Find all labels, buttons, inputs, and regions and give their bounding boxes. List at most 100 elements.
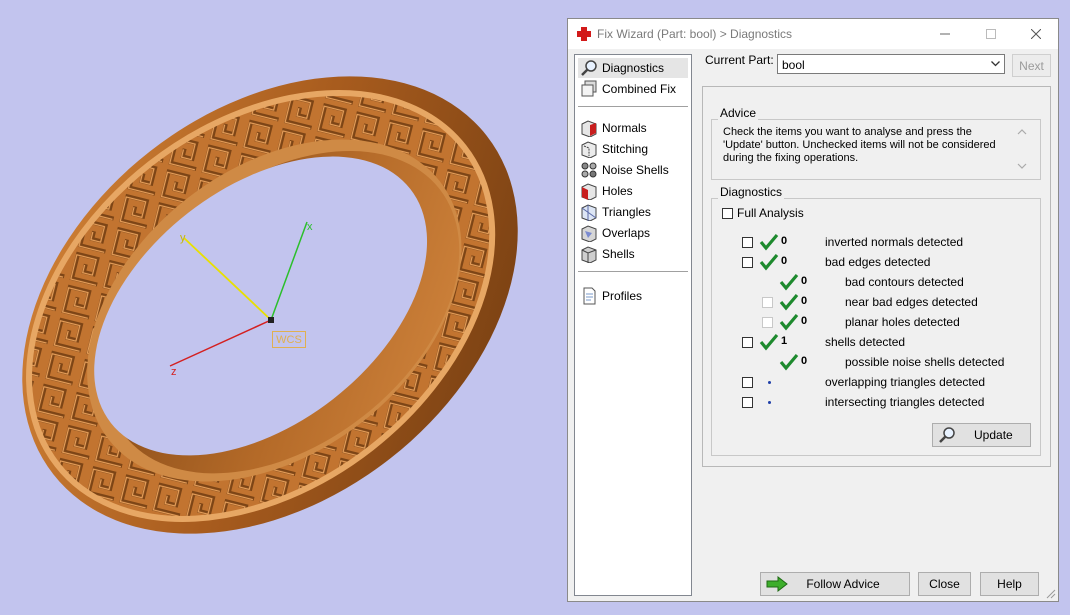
- nav-item-triangles[interactable]: Triangles: [578, 202, 688, 222]
- scroll-arrows-icon: [1017, 129, 1027, 169]
- intersecting-triangles-label: intersecting triangles detected: [825, 395, 985, 409]
- near-bad-edges-count: 0: [801, 295, 808, 307]
- triangles-icon: [581, 204, 597, 221]
- next-button[interactable]: Next: [1012, 54, 1051, 77]
- planar-holes-label: planar holes detected: [845, 315, 960, 329]
- nav-item-profiles[interactable]: Profiles: [578, 286, 688, 306]
- advice-text: Check the items you want to analyse and …: [723, 126, 996, 164]
- help-button[interactable]: Help: [980, 572, 1039, 596]
- y-axis-label: y: [180, 232, 186, 244]
- shells-checkbox[interactable]: [742, 337, 753, 348]
- current-part-value: bool: [782, 58, 805, 72]
- nav-item-label: Stitching: [602, 142, 649, 156]
- bad-edges-count: 0: [781, 255, 788, 267]
- maximize-icon: [986, 29, 996, 39]
- checkmark-icon: [779, 313, 799, 331]
- resize-grip-icon[interactable]: [1044, 587, 1056, 599]
- stitching-icon: [581, 141, 597, 158]
- nav-item-label: Normals: [602, 121, 647, 135]
- pending-dot-icon: [768, 401, 771, 404]
- magnifier-icon: [939, 427, 955, 443]
- checkmark-icon: [759, 333, 779, 351]
- green-arrow-icon: [766, 576, 788, 592]
- nav-item-label: Holes: [602, 184, 633, 198]
- advice-scrollbar[interactable]: [1014, 125, 1030, 173]
- maximize-button[interactable]: [968, 19, 1014, 49]
- nav-item-overlaps[interactable]: Overlaps: [578, 223, 688, 243]
- overlapping-triangles-label: overlapping triangles detected: [825, 375, 986, 389]
- shells-count: 1: [781, 335, 788, 347]
- follow-advice-label: Follow Advice: [806, 577, 880, 591]
- z-axis-label: z: [171, 366, 177, 378]
- advice-title: Advice: [718, 106, 759, 120]
- nav-item-normals[interactable]: Normals: [578, 118, 688, 138]
- nav-item-noise-shells[interactable]: Noise Shells: [578, 160, 688, 180]
- update-button[interactable]: Update: [932, 423, 1031, 447]
- nav-item-stitching[interactable]: Stitching: [578, 139, 688, 159]
- follow-advice-button[interactable]: Follow Advice: [760, 572, 910, 596]
- nav-item-label: Diagnostics: [602, 61, 665, 75]
- nav-item-label: Combined Fix: [602, 82, 677, 96]
- nav-item-label: Triangles: [602, 205, 651, 219]
- nav-item-label: Shells: [602, 247, 635, 261]
- magnifier-icon: [581, 60, 597, 76]
- title-bar[interactable]: Fix Wizard (Part: bool) > Diagnostics: [568, 19, 1058, 49]
- nav-item-label: Overlaps: [602, 226, 651, 240]
- current-part-label: Current Part:: [705, 53, 774, 67]
- ring-model: [22, 76, 518, 534]
- close-window-button[interactable]: [1013, 19, 1059, 49]
- window-title: Fix Wizard (Part: bool) > Diagnostics: [597, 27, 793, 41]
- planar-holes-count: 0: [801, 315, 808, 327]
- nav-item-diagnostics[interactable]: Diagnostics: [578, 58, 688, 78]
- inverted-normals-label: inverted normals detected: [825, 235, 964, 249]
- noise-shells-label: possible noise shells detected: [845, 355, 1005, 369]
- wcs-label: WCS: [272, 331, 306, 348]
- red-cross-icon: [577, 27, 591, 41]
- full-analysis-label: Full Analysis: [737, 206, 804, 220]
- inverted-normals-checkbox[interactable]: [742, 237, 753, 248]
- nav-divider: [578, 106, 688, 107]
- noise-shells-count: 0: [801, 355, 808, 367]
- planar-holes-checkbox[interactable]: [762, 317, 773, 328]
- near-bad-edges-checkbox[interactable]: [762, 297, 773, 308]
- diagnostics-title: Diagnostics: [718, 185, 785, 199]
- overlapping-triangles-checkbox[interactable]: [742, 377, 753, 388]
- checkmark-icon: [759, 233, 779, 251]
- intersecting-triangles-checkbox[interactable]: [742, 397, 753, 408]
- nav-item-holes[interactable]: Holes: [578, 181, 688, 201]
- close-button[interactable]: Close: [918, 572, 971, 596]
- checkmark-icon: [779, 273, 799, 291]
- shells-label: shells detected: [825, 335, 906, 349]
- inverted-normals-count: 0: [781, 235, 788, 247]
- pending-dot-icon: [768, 381, 771, 384]
- noise-shells-icon: [581, 162, 597, 178]
- bad-edges-label: bad edges detected: [825, 255, 931, 269]
- profiles-icon: [583, 287, 596, 305]
- checkmark-icon: [779, 293, 799, 311]
- minimize-button[interactable]: [922, 19, 968, 49]
- current-part-select[interactable]: bool: [777, 54, 1005, 74]
- normals-icon: [581, 120, 597, 137]
- checkmark-icon: [759, 253, 779, 271]
- full-analysis-checkbox[interactable]: [722, 208, 733, 219]
- near-bad-edges-label: near bad edges detected: [845, 295, 978, 309]
- minimize-icon: [940, 33, 950, 35]
- close-icon: [1031, 29, 1041, 39]
- nav-divider: [578, 271, 688, 272]
- nav-item-label: Noise Shells: [602, 163, 669, 177]
- holes-icon: [581, 183, 597, 200]
- chevron-down-icon: [991, 61, 1000, 67]
- checkmark-icon: [779, 353, 799, 371]
- combined-fix-icon: [581, 80, 597, 97]
- bad-edges-checkbox[interactable]: [742, 257, 753, 268]
- nav-item-label: Profiles: [602, 289, 643, 303]
- x-axis-label: x: [307, 221, 313, 233]
- bad-contours-label: bad contours detected: [845, 275, 964, 289]
- update-label: Update: [974, 428, 1013, 442]
- nav-item-combined-fix[interactable]: Combined Fix: [578, 79, 688, 99]
- nav-item-shells[interactable]: Shells: [578, 244, 688, 264]
- fix-wizard-dialog: Fix Wizard (Part: bool) > Diagnostics Di…: [567, 18, 1059, 602]
- fix-tools-panel: Diagnostics Combined Fix Normals Stitchi…: [574, 54, 692, 596]
- bad-contours-count: 0: [801, 275, 808, 287]
- shells-icon: [581, 246, 597, 263]
